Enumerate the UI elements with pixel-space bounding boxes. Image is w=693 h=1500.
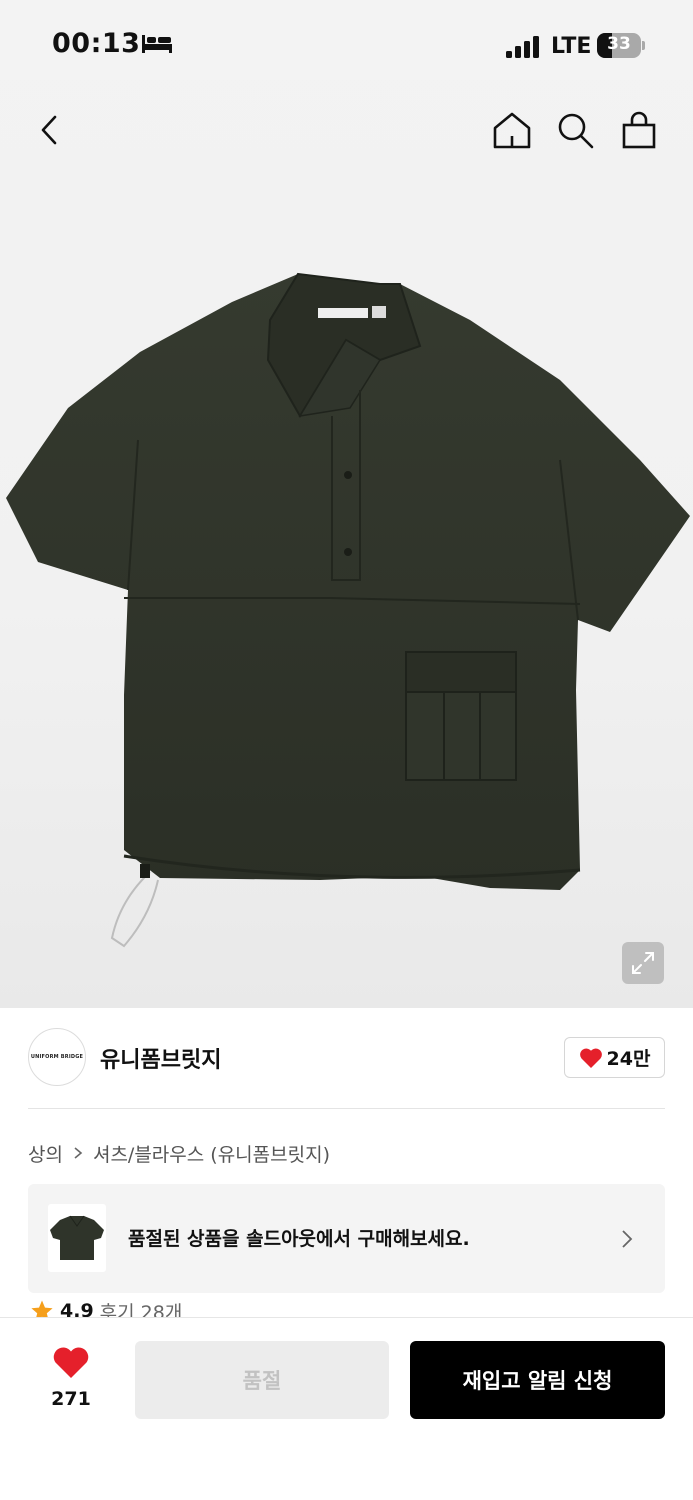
bottom-action-bar: 271 품절 재입고 알림 신청 — [0, 1317, 693, 1500]
home-icon — [493, 112, 531, 149]
signal-icon — [506, 36, 539, 58]
divider — [28, 1108, 665, 1109]
brand-name[interactable]: 유니폼브릿지 — [100, 1042, 221, 1074]
back-button[interactable] — [26, 106, 74, 154]
wishlist-count: 271 — [51, 1388, 91, 1410]
brand-like-count: 24만 — [606, 1048, 651, 1070]
battery-icon: 33 — [597, 33, 645, 58]
brand-logo[interactable]: UNIFORM BRIDGE — [28, 1028, 86, 1086]
soldout-button[interactable]: 품절 — [135, 1341, 389, 1419]
brand-like-button[interactable]: 24만 — [564, 1037, 665, 1078]
breadcrumb: 상의 셔츠/블라우스 (유니폼브릿지) — [28, 1140, 330, 1166]
heart-icon — [579, 1048, 602, 1068]
expand-image-button[interactable] — [622, 942, 664, 984]
back-arrow-icon — [41, 115, 57, 145]
product-image-area[interactable]: 00:13 LTE 33 — [0, 0, 693, 1008]
status-bar: 00:13 LTE 33 — [0, 0, 693, 92]
expand-icon — [632, 952, 654, 974]
home-button[interactable] — [488, 106, 536, 154]
heart-icon — [53, 1347, 89, 1378]
restock-alert-button[interactable]: 재입고 알림 신청 — [410, 1341, 665, 1419]
cart-button[interactable] — [615, 106, 663, 154]
search-icon — [558, 113, 594, 149]
bed-icon — [142, 35, 172, 53]
chevron-right-icon — [622, 1230, 633, 1248]
breadcrumb-category[interactable]: 상의 — [28, 1140, 63, 1167]
wishlist-button[interactable]: 271 — [36, 1346, 106, 1416]
network-label: LTE — [551, 34, 592, 59]
product-photo — [6, 272, 690, 948]
brand-logo-text: UNIFORM BRIDGE — [30, 1054, 84, 1060]
chevron-right-icon — [74, 1147, 83, 1159]
shopping-bag-icon — [622, 111, 656, 149]
brand-row[interactable]: UNIFORM BRIDGE 유니폼브릿지 24만 — [28, 1028, 665, 1086]
breadcrumb-subcategory[interactable]: 셔츠/블라우스 (유니폼브릿지) — [93, 1140, 330, 1167]
soldout-promo-banner[interactable]: 품절된 상품을 솔드아웃에서 구매해보세요. — [28, 1184, 665, 1293]
soldout-banner-text: 품절된 상품을 솔드아웃에서 구매해보세요. — [128, 1228, 470, 1250]
status-time: 00:13 — [52, 28, 141, 59]
battery-level: 33 — [607, 34, 631, 54]
search-button[interactable] — [551, 106, 599, 154]
soldout-thumbnail — [48, 1204, 106, 1272]
